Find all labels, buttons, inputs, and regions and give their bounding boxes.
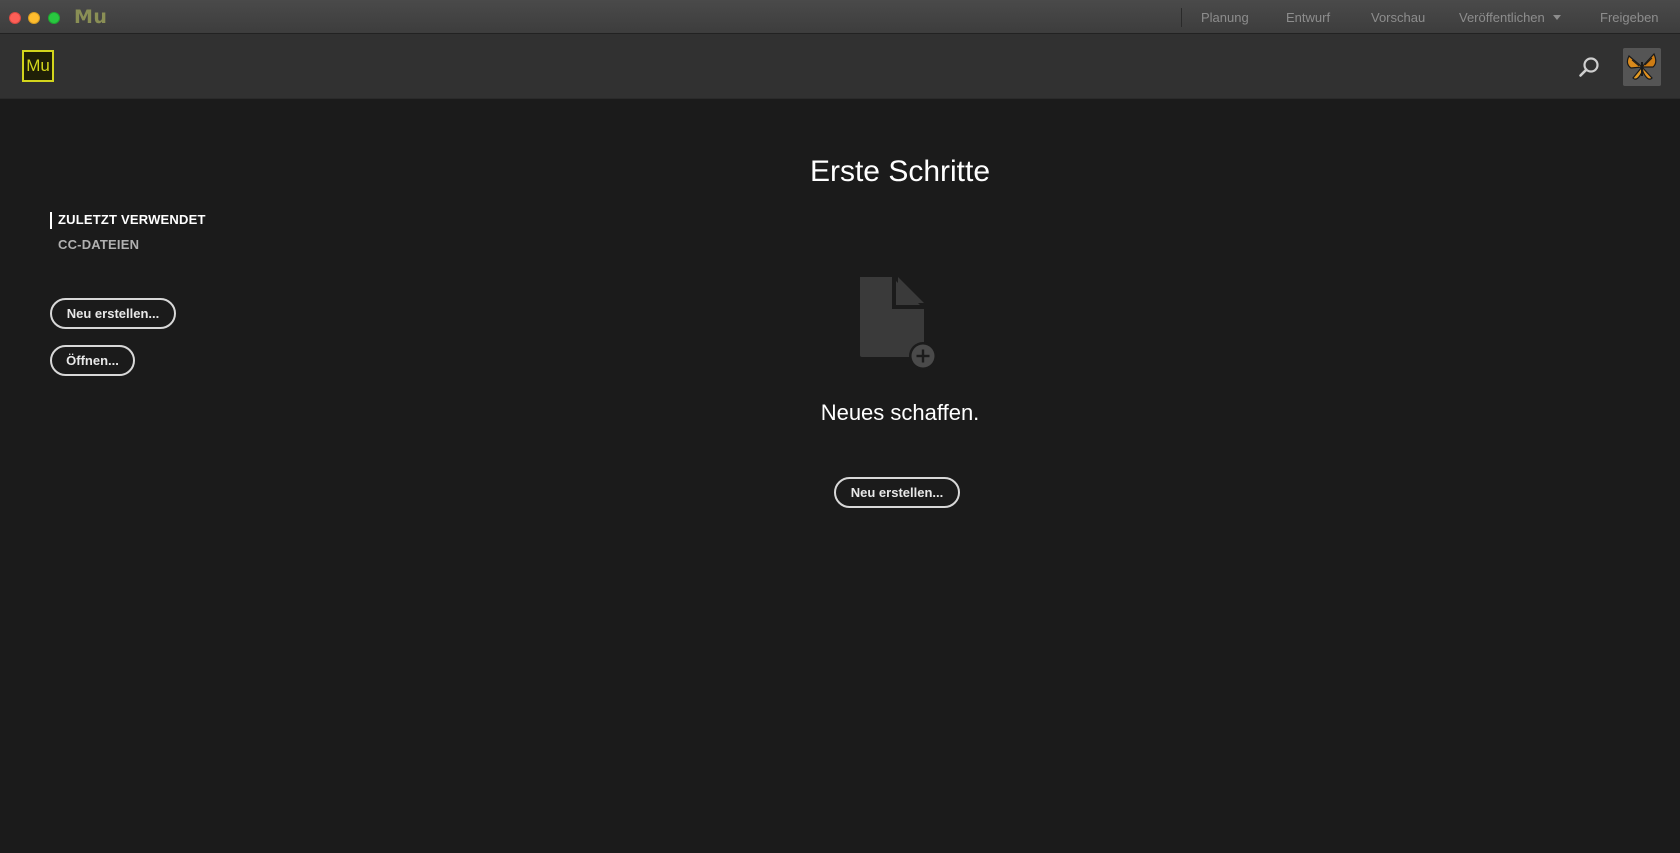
create-heading: Neues schaffen. [820, 400, 980, 425]
sidebar-open-button[interactable]: Öffnen... [50, 345, 135, 376]
sidebar-item-cc-files[interactable]: CC-DATEIEN [50, 237, 139, 254]
butterfly-icon [1623, 48, 1661, 86]
document-add-icon [860, 277, 937, 370]
chevron-down-icon [1552, 15, 1561, 20]
sidebar-new-button[interactable]: Neu erstellen... [50, 298, 176, 329]
close-window-button[interactable] [9, 12, 21, 24]
app-name: Mu [74, 6, 108, 28]
main-new-button[interactable]: Neu erstellen... [834, 477, 960, 508]
window-titlebar: Mu Planung Entwurf Vorschau Veröffentlic… [0, 0, 1680, 34]
app-header: Mu [0, 34, 1680, 99]
menu-veroeffentlichen-label: Veröffentlichen [1459, 10, 1545, 25]
menu-planung[interactable]: Planung [1201, 10, 1249, 26]
menu-freigeben[interactable]: Freigeben [1600, 10, 1659, 26]
menu-vorschau[interactable]: Vorschau [1371, 10, 1425, 26]
minimize-window-button[interactable] [28, 12, 40, 24]
search-icon[interactable] [1578, 56, 1600, 78]
user-avatar[interactable] [1623, 48, 1661, 86]
muse-logo: Mu [22, 50, 54, 82]
menu-divider [1181, 8, 1182, 27]
sidebar-item-recent[interactable]: ZULETZT VERWENDET [50, 212, 206, 229]
maximize-window-button[interactable] [48, 12, 60, 24]
page-title: Erste Schritte [809, 155, 991, 188]
menu-veroeffentlichen[interactable]: Veröffentlichen [1459, 10, 1561, 26]
menu-entwurf[interactable]: Entwurf [1286, 10, 1330, 26]
